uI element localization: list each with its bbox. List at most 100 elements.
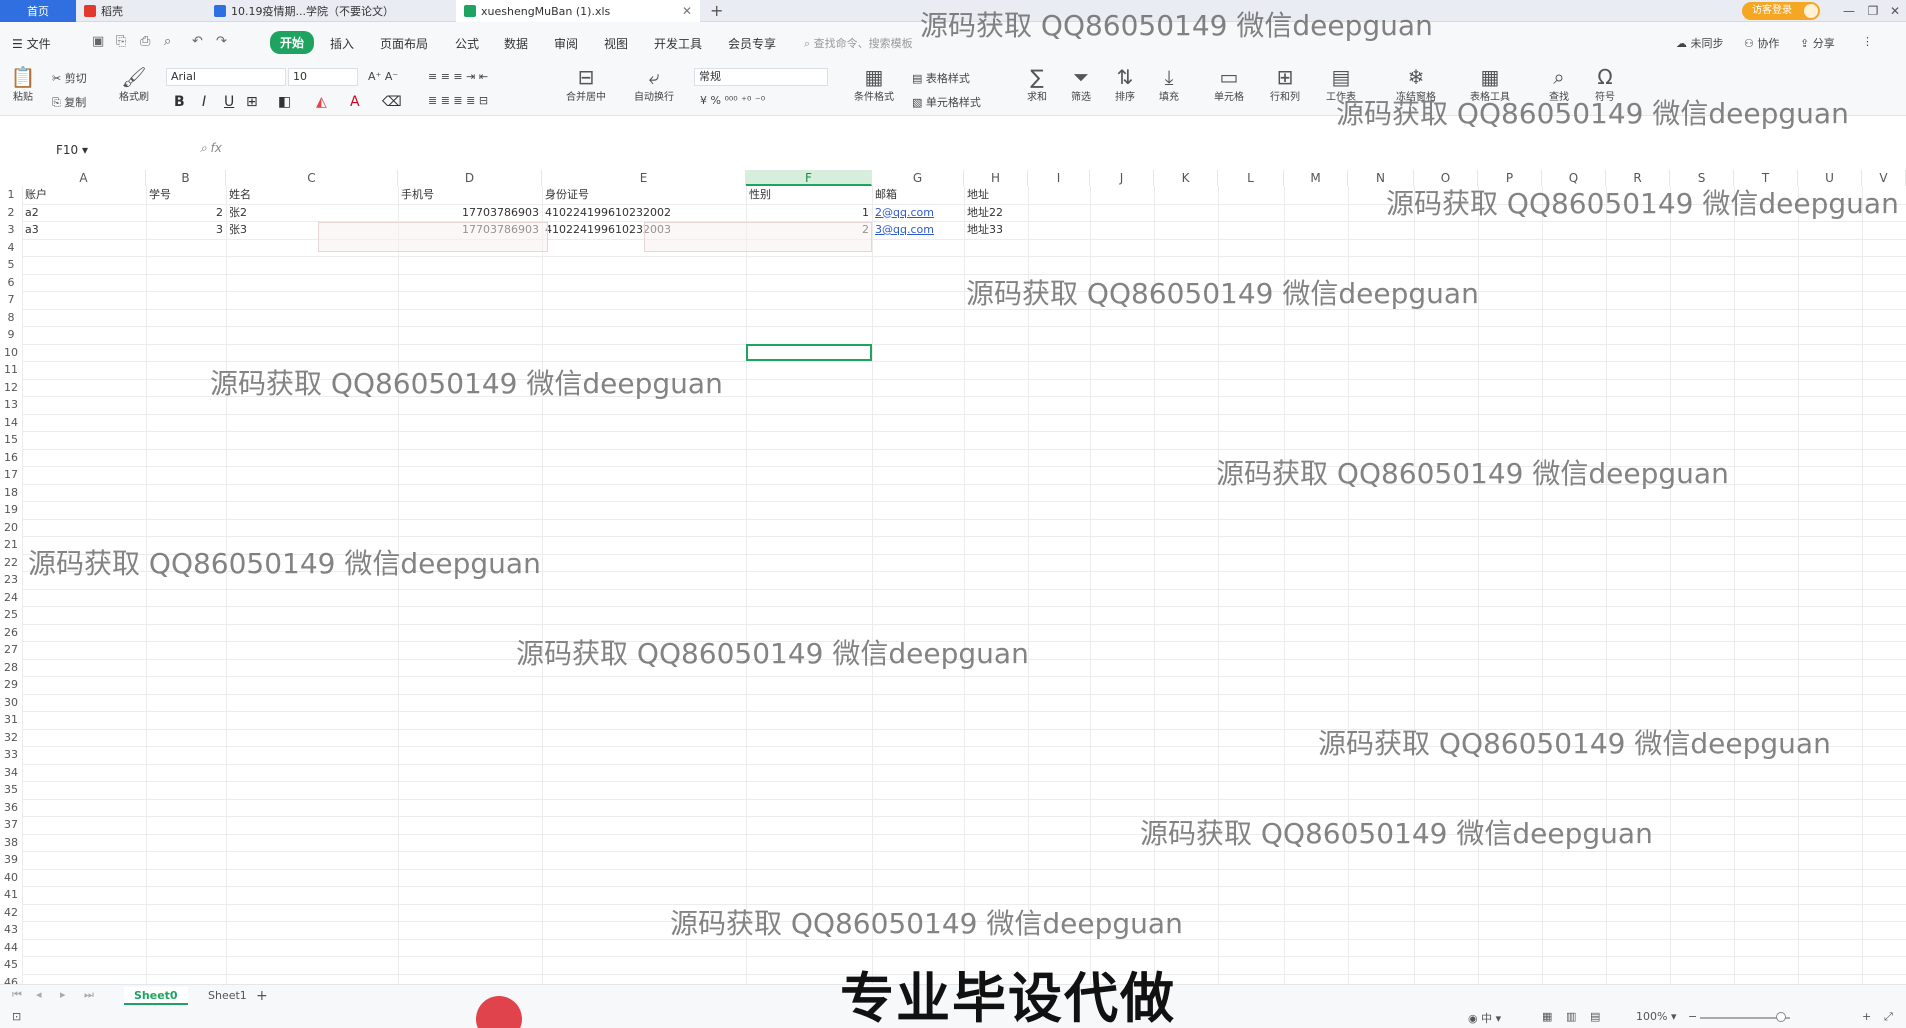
font-size-select[interactable]: 10: [288, 68, 358, 86]
eraser-icon[interactable]: ⌫: [382, 94, 402, 110]
menu-formula[interactable]: 公式: [455, 35, 479, 52]
row-header[interactable]: 21: [0, 536, 22, 554]
menu-start[interactable]: 开始: [270, 31, 315, 54]
row-header[interactable]: 25: [0, 606, 22, 624]
row-header[interactable]: 44: [0, 939, 22, 957]
row-header[interactable]: 6: [0, 274, 22, 292]
column-header-v[interactable]: V: [1862, 170, 1906, 186]
row-header[interactable]: 19: [0, 501, 22, 519]
menu-file[interactable]: ☰ 文件: [12, 35, 51, 52]
zoom-in-icon[interactable]: +: [1862, 1010, 1871, 1023]
cell-c1[interactable]: 姓名: [229, 186, 395, 204]
find-button[interactable]: ⌕ 查找: [1542, 66, 1576, 103]
cell-g2[interactable]: 2@qq.com: [875, 204, 961, 222]
row-header[interactable]: 41: [0, 886, 22, 904]
sum-button[interactable]: ∑ 求和: [1020, 66, 1054, 103]
row-header[interactable]: 11: [0, 361, 22, 379]
cell-d2[interactable]: 17703786903: [401, 204, 539, 222]
cell-b1[interactable]: 学号: [149, 186, 223, 204]
fx-icon[interactable]: ⌕ fx: [200, 141, 222, 156]
row-header[interactable]: 43: [0, 921, 22, 939]
tab-docer[interactable]: 稻壳: [76, 0, 206, 22]
row-header[interactable]: 3: [0, 221, 22, 239]
cell-a1[interactable]: 账户: [25, 186, 143, 204]
cell-h1[interactable]: 地址: [967, 186, 1025, 204]
zoom-slider-knob[interactable]: [1776, 1012, 1786, 1022]
cell-b3[interactable]: 3: [149, 221, 223, 239]
row-header[interactable]: 5: [0, 256, 22, 274]
cell-f2[interactable]: 1: [749, 204, 869, 222]
font-color-icon[interactable]: A: [350, 94, 360, 110]
row-header[interactable]: 2: [0, 204, 22, 222]
row-header[interactable]: 14: [0, 414, 22, 432]
redo-icon[interactable]: ↷: [216, 34, 227, 49]
sort-button[interactable]: ⇅ 排序: [1108, 66, 1142, 103]
column-header-g[interactable]: G: [872, 170, 964, 186]
row-header[interactable]: 9: [0, 326, 22, 344]
page-layout-view-icon[interactable]: ▥: [1566, 1010, 1576, 1023]
worksheet-button[interactable]: ▤ 工作表: [1318, 66, 1364, 103]
add-sheet-button[interactable]: +: [246, 987, 278, 1005]
row-header[interactable]: 31: [0, 711, 22, 729]
cell-f1[interactable]: 性别: [749, 186, 869, 204]
format-painter-button[interactable]: 🖌 格式刷: [114, 66, 154, 103]
save-icon[interactable]: ▣: [92, 34, 104, 49]
row-col-button[interactable]: ⊞ 行和列: [1262, 66, 1308, 103]
cell-h2[interactable]: 地址22: [967, 204, 1025, 222]
name-box[interactable]: F10 ▾: [56, 141, 152, 159]
column-header-d[interactable]: D: [398, 170, 542, 186]
sheet-first-icon[interactable]: ⏮: [12, 988, 22, 1002]
merge-center-button[interactable]: ⊟ 合并居中: [556, 66, 616, 103]
new-tab-button[interactable]: +: [710, 0, 723, 22]
tab-spreadsheet[interactable]: xueshengMuBan (1).xls ✕: [456, 0, 700, 22]
row-header[interactable]: 33: [0, 746, 22, 764]
align-top-icon[interactable]: ≡ ≡ ≡ ⇥ ⇤: [428, 70, 488, 83]
row-header[interactable]: 32: [0, 729, 22, 747]
row-header[interactable]: 16: [0, 449, 22, 467]
fill-button[interactable]: ⤓ 填充: [1152, 66, 1186, 103]
row-header[interactable]: 24: [0, 589, 22, 607]
number-format-select[interactable]: 常规: [694, 68, 828, 86]
row-header[interactable]: 35: [0, 781, 22, 799]
paste-button[interactable]: 📋 粘贴: [8, 66, 38, 103]
menu-page-layout[interactable]: 页面布局: [380, 35, 428, 52]
row-header[interactable]: 38: [0, 834, 22, 852]
cell-e1[interactable]: 身份证号: [545, 186, 743, 204]
cell-c2[interactable]: 张2: [229, 204, 395, 222]
italic-button[interactable]: I: [202, 94, 206, 110]
bold-button[interactable]: B: [174, 94, 185, 110]
font-name-select[interactable]: Arial: [166, 68, 286, 86]
cell-a2[interactable]: a2: [25, 204, 143, 222]
cond-format-button[interactable]: ▦ 条件格式: [846, 66, 902, 103]
row-header[interactable]: 26: [0, 624, 22, 642]
export-icon[interactable]: ⎘: [116, 34, 126, 49]
wrap-text-button[interactable]: ⤶ 自动换行: [626, 66, 682, 103]
close-icon[interactable]: ✕: [682, 4, 692, 18]
cell-g1[interactable]: 邮箱: [875, 186, 961, 204]
share-button[interactable]: ⇪ 分享: [1800, 35, 1835, 51]
row-header[interactable]: 34: [0, 764, 22, 782]
cell-h3[interactable]: 地址33: [967, 221, 1025, 239]
row-header[interactable]: 18: [0, 484, 22, 502]
row-header[interactable]: 29: [0, 676, 22, 694]
cell-d1[interactable]: 手机号: [401, 186, 539, 204]
macro-icon[interactable]: ⊡: [12, 1010, 21, 1023]
cell-e2[interactable]: 410224199610232002: [545, 204, 743, 222]
row-header[interactable]: 8: [0, 309, 22, 327]
column-header-t[interactable]: T: [1734, 170, 1798, 186]
row-header[interactable]: 4: [0, 239, 22, 257]
row-header[interactable]: 1: [0, 186, 22, 204]
cut-button[interactable]: ✂ 剪切: [52, 70, 87, 86]
fullscreen-icon[interactable]: ⤢: [1884, 1010, 1893, 1024]
column-header-f[interactable]: F: [746, 170, 872, 186]
row-header[interactable]: 10: [0, 344, 22, 362]
row-header[interactable]: 7: [0, 291, 22, 309]
row-header[interactable]: 20: [0, 519, 22, 537]
table-tools-button[interactable]: ▦ 表格工具: [1462, 66, 1518, 103]
more-icon[interactable]: ⋮: [1862, 35, 1873, 48]
row-header[interactable]: 37: [0, 816, 22, 834]
table-style-button[interactable]: ▤ 表格样式: [912, 70, 970, 86]
row-header[interactable]: 12: [0, 379, 22, 397]
sheet-last-icon[interactable]: ⏭: [84, 988, 94, 1002]
column-header-a[interactable]: A: [22, 170, 146, 186]
